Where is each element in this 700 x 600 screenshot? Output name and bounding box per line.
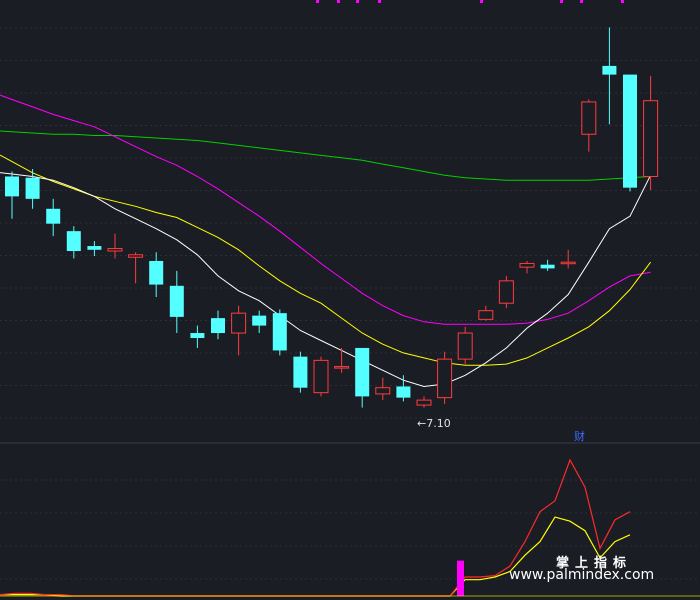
candle-body (5, 176, 19, 197)
candle[interactable] (169, 270, 184, 334)
watermark-url: www.palmindex.com (509, 567, 655, 583)
candle[interactable] (211, 310, 225, 340)
candle-body (416, 399, 432, 406)
candle-body (602, 65, 617, 75)
candle-body (457, 332, 473, 360)
candle-body (252, 315, 267, 326)
candle[interactable] (355, 347, 370, 408)
candle[interactable] (5, 171, 19, 219)
candle[interactable] (519, 260, 535, 274)
candle[interactable] (581, 99, 597, 152)
top-marker (378, 0, 381, 3)
candle-body (396, 386, 411, 398)
candle-body (437, 358, 453, 399)
chart-stage: ←7.10 财 掌上指标 www.palmindex.com (0, 0, 700, 600)
candle-body (231, 312, 247, 334)
candle[interactable] (457, 326, 473, 365)
candle[interactable] (375, 377, 391, 401)
candle-body (293, 356, 308, 388)
top-marker (316, 0, 319, 3)
candle[interactable] (107, 233, 123, 259)
candle-body (107, 248, 123, 252)
candle[interactable] (623, 74, 637, 192)
candle[interactable] (252, 310, 267, 334)
ma-short-line (0, 172, 652, 388)
indicator-bar (457, 560, 464, 596)
candle[interactable] (334, 347, 350, 373)
moving-average-lines (0, 94, 652, 388)
candle-body (560, 261, 576, 265)
candle[interactable] (498, 275, 514, 309)
candle[interactable] (416, 396, 432, 408)
candles[interactable] (5, 27, 659, 408)
candle-body (211, 318, 225, 334)
finance-marker[interactable]: 财 (574, 428, 585, 444)
top-marker (560, 0, 563, 3)
top-marker (480, 0, 483, 3)
candle-body (25, 177, 40, 199)
top-marker (337, 0, 340, 3)
ma-mid-line (0, 154, 651, 366)
candle-body (519, 262, 535, 268)
candle[interactable] (437, 351, 453, 404)
candle-body (87, 246, 102, 250)
candle[interactable] (87, 241, 102, 256)
candle[interactable] (66, 226, 81, 259)
ma-long-line (0, 94, 651, 325)
candle-body (149, 260, 164, 285)
candle[interactable] (560, 249, 576, 269)
candlestick-chart[interactable] (0, 0, 700, 600)
candle-body (46, 208, 61, 224)
candle-body (540, 264, 555, 269)
candle[interactable] (272, 309, 287, 356)
top-markers (316, 0, 624, 3)
candle-body (128, 254, 144, 258)
ma-xlong-line (0, 130, 651, 181)
candle-body (478, 310, 494, 320)
top-marker (580, 0, 583, 3)
candle-body (190, 333, 205, 338)
candle-body (623, 74, 637, 188)
candle[interactable] (293, 351, 308, 393)
candle-body (643, 100, 659, 177)
candle-body (272, 313, 287, 351)
candle-body (355, 347, 370, 397)
candle[interactable] (478, 305, 494, 321)
top-marker (621, 0, 624, 3)
candle[interactable] (149, 252, 164, 297)
candle-body (375, 387, 391, 395)
candle[interactable] (128, 252, 144, 284)
candle-body (334, 366, 350, 369)
candle-body (498, 280, 514, 304)
candle[interactable] (540, 259, 555, 271)
candle[interactable] (190, 325, 205, 348)
candle[interactable] (602, 27, 617, 125)
candle[interactable] (46, 198, 61, 237)
candle-body (169, 285, 184, 317)
low-price-label: ←7.10 (417, 417, 451, 430)
indicator-yellow-line (0, 516, 631, 597)
candle-body (581, 101, 597, 135)
top-marker (356, 0, 359, 3)
candle[interactable] (396, 375, 411, 402)
candle-body (313, 359, 329, 394)
candle-body (66, 231, 81, 252)
candle[interactable] (313, 356, 329, 397)
candle[interactable] (231, 305, 247, 356)
